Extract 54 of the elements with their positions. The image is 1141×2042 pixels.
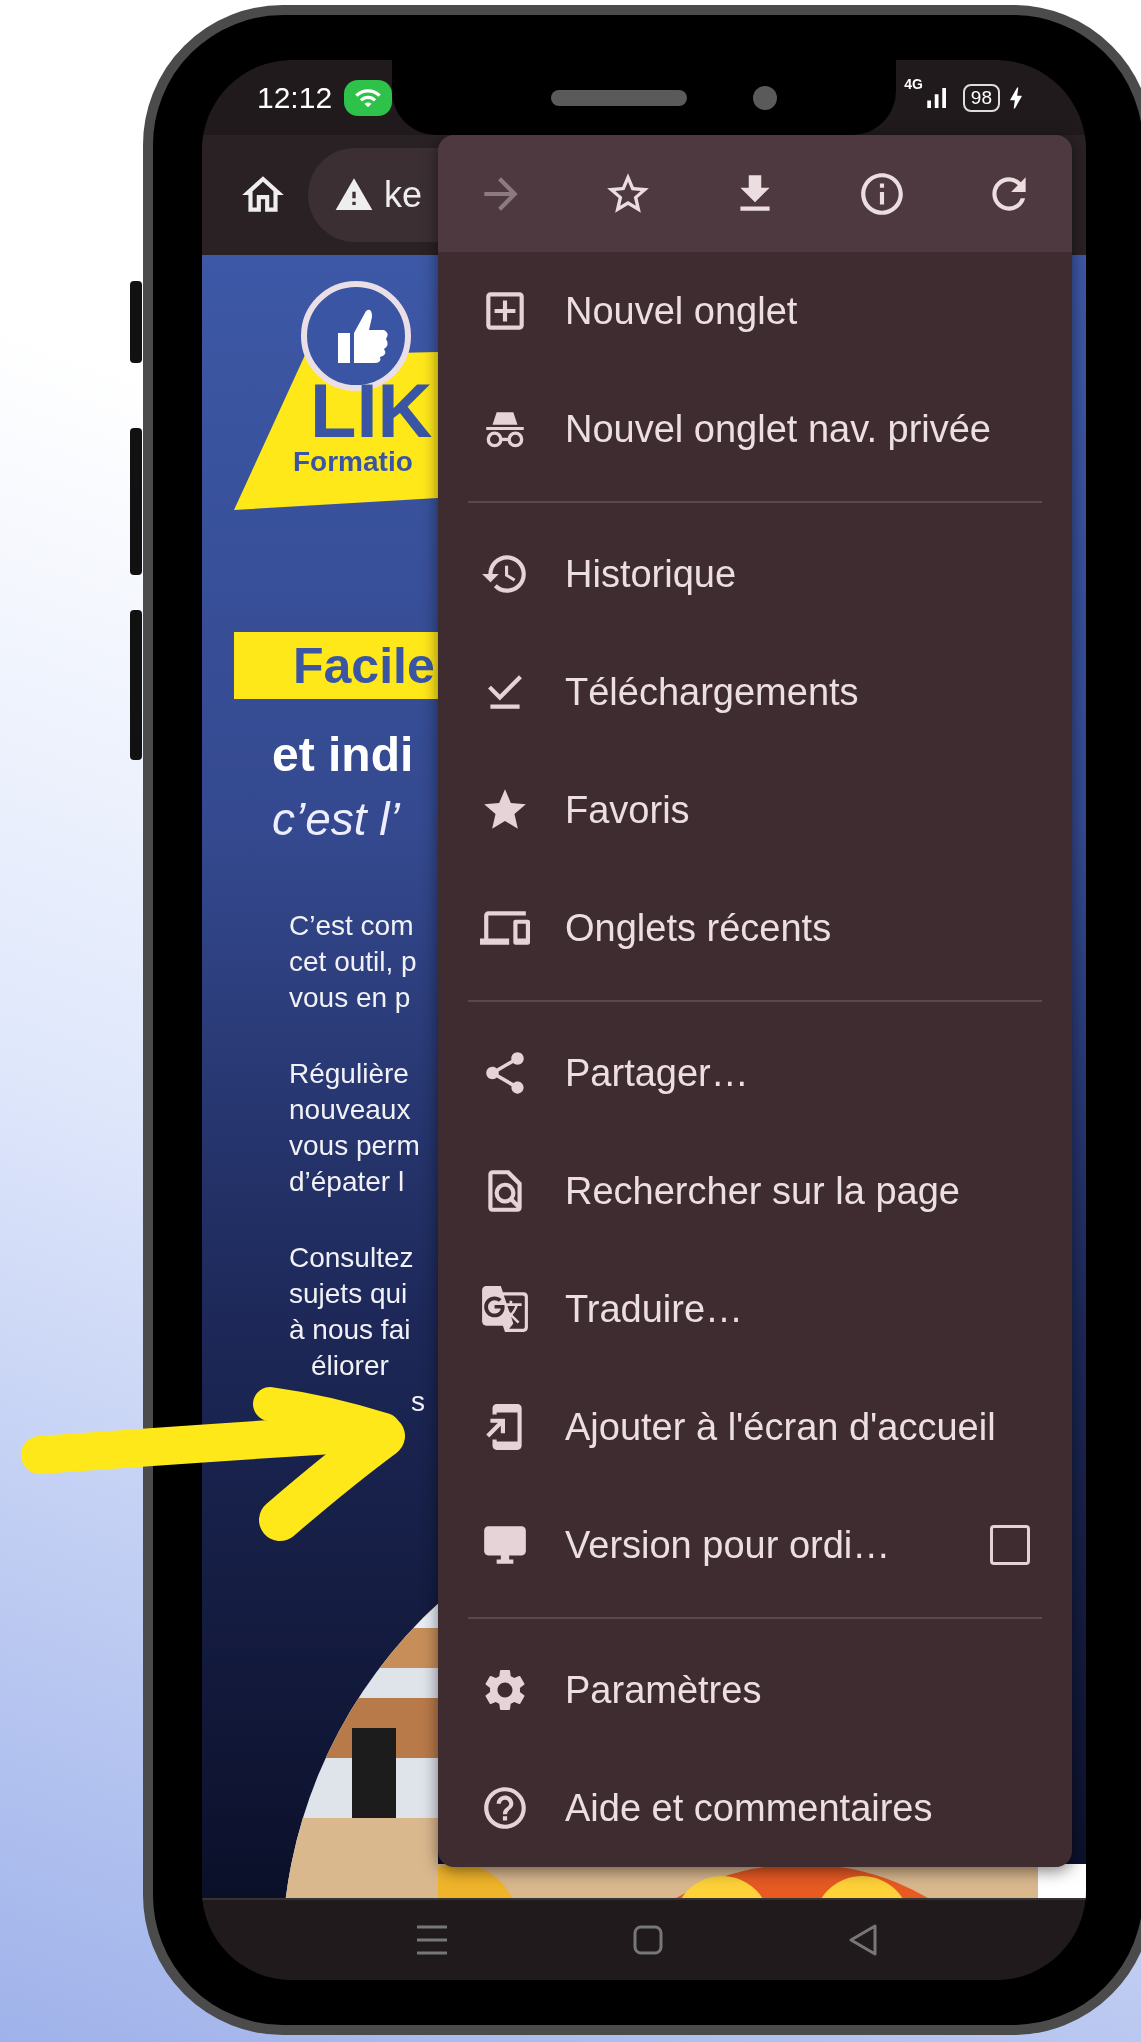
menu-item[interactable]: Traduire…: [438, 1250, 1072, 1368]
subheadline: et indi: [272, 727, 415, 782]
menu-item[interactable]: Version pour ordi…: [438, 1486, 1072, 1604]
menu-item-label: Téléchargements: [565, 670, 860, 714]
paragraph-line: éliorer: [310, 1349, 390, 1383]
back-icon[interactable]: [848, 1924, 878, 1956]
paragraph-line: nouveaux: [289, 1093, 412, 1127]
menu-item[interactable]: Historique: [438, 515, 1072, 633]
menu-item[interactable]: Nouvel onglet nav. privée: [438, 370, 1072, 488]
menu-item[interactable]: Ajouter à l'écran d'accueil: [438, 1368, 1072, 1486]
menu-item-label: Partager…: [565, 1051, 750, 1095]
headline: Facile: [293, 636, 435, 695]
menu-icon[interactable]: [416, 1925, 448, 1955]
battery-indicator: 98: [962, 83, 1000, 112]
tagline: c’est l’: [272, 792, 402, 846]
menu-item[interactable]: Paramètres: [438, 1631, 1072, 1749]
paragraph-line: Consultez: [289, 1241, 415, 1275]
menu-item-label: Historique: [565, 552, 738, 596]
menu-item[interactable]: Aide et commentaires: [438, 1749, 1072, 1867]
menu-item-label: Rechercher sur la page: [565, 1169, 961, 1213]
menu-item[interactable]: Téléchargements: [438, 633, 1072, 751]
menu-item-label: Onglets récents: [565, 906, 833, 950]
menu-item-label: Nouvel onglet nav. privée: [565, 407, 992, 451]
paragraph-line: d’épater l: [289, 1165, 406, 1199]
url-text: ke: [384, 174, 423, 216]
paragraph-line: s: [410, 1385, 426, 1419]
logo-subtitle: Formatio: [293, 448, 413, 476]
paragraph-line: à nous fai: [289, 1313, 412, 1347]
logo-text: LIK: [310, 373, 433, 449]
menu-item-label: Version pour ordi…: [565, 1523, 892, 1567]
menu-item[interactable]: Onglets récents: [438, 869, 1072, 987]
menu-item[interactable]: Nouvel onglet: [438, 252, 1072, 370]
hotspot-badge: [344, 79, 393, 116]
paragraph-line: cet outil, p: [289, 945, 418, 979]
menu-item-label: Ajouter à l'écran d'accueil: [565, 1405, 997, 1449]
paragraph-line: C’est com: [289, 909, 415, 943]
paragraph-line: vous en p: [289, 981, 412, 1015]
paragraph-line: vous perm: [289, 1129, 421, 1163]
home-square-icon[interactable]: [633, 1925, 663, 1955]
menu-item-label: Paramètres: [565, 1668, 763, 1712]
clock: 12:12: [257, 80, 333, 115]
camera-lens: [753, 85, 777, 110]
menu-item-label: Traduire…: [565, 1287, 745, 1331]
menu-item[interactable]: Rechercher sur la page: [438, 1132, 1072, 1250]
menu-item-label: Aide et commentaires: [565, 1786, 934, 1830]
network-label: 4G: [904, 76, 923, 92]
translate-icon: [480, 1284, 530, 1334]
menu-item-label: Nouvel onglet: [565, 289, 799, 333]
paragraph-line: Régulière: [289, 1057, 410, 1091]
menu-item[interactable]: Favoris: [438, 751, 1072, 869]
menu-item-label: Favoris: [565, 788, 691, 832]
checkbox[interactable]: [990, 1525, 1030, 1565]
menu-item[interactable]: Partager…: [438, 1014, 1072, 1132]
paragraph-line: sujets qui: [289, 1277, 409, 1311]
